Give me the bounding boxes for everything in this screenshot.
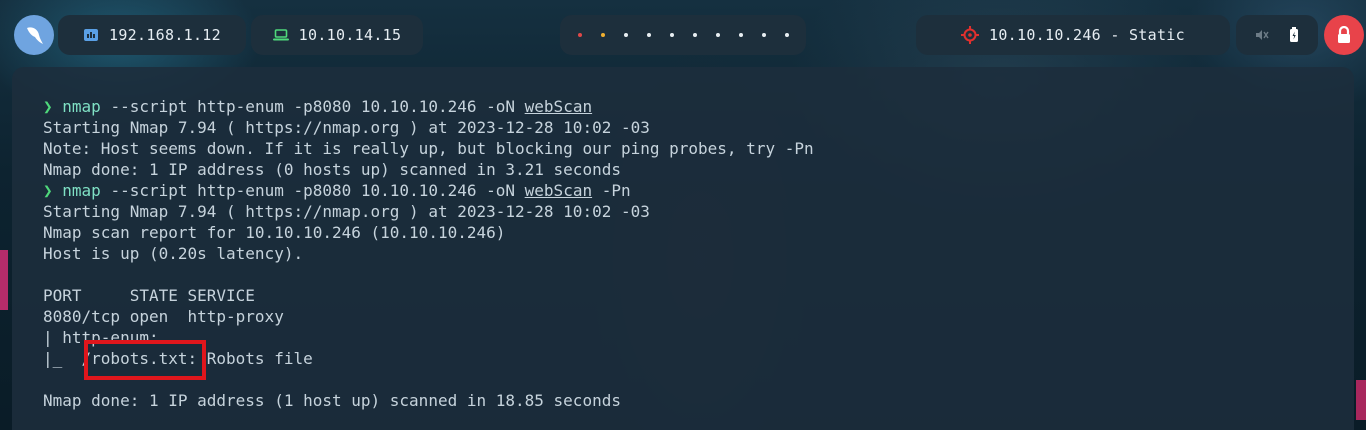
workspace-dot[interactable] [623, 33, 628, 37]
workspace-dot[interactable] [715, 33, 720, 37]
system-tray [1236, 15, 1318, 55]
vpn-ip-label: 10.10.14.15 [298, 26, 402, 44]
muted-speaker-icon[interactable] [1255, 28, 1269, 42]
highlight-box [84, 340, 206, 380]
terminal-line: Nmap scan report for 10.10.10.246 (10.10… [43, 223, 506, 242]
terminal-line: Host is up (0.20s latency). [43, 244, 304, 263]
top-bar: 192.168.1.12 10.10.14.15 10.10.10.246 - … [0, 0, 1366, 70]
workspace-dot[interactable] [669, 33, 674, 37]
workspace-dot[interactable] [738, 33, 743, 37]
terminal-line: ❯ nmap --script http-enum -p8080 10.10.1… [43, 180, 814, 201]
workspace-dot[interactable] [600, 33, 605, 37]
output-file: webScan [524, 97, 593, 116]
prompt-symbol: ❯ [43, 97, 53, 116]
wallpaper-neon-light [0, 250, 8, 310]
terminal-line: Starting Nmap 7.94 ( https://nmap.org ) … [43, 118, 650, 137]
crosshair-icon [961, 26, 980, 44]
terminal-line: PORT STATE SERVICE [43, 286, 255, 305]
terminal-line: Nmap done: 1 IP address (0 hosts up) sca… [43, 160, 621, 179]
command-name: nmap [62, 97, 101, 116]
workspace-dot[interactable] [761, 33, 766, 37]
battery-icon[interactable] [1289, 27, 1299, 43]
laptop-icon [272, 29, 289, 41]
target-ip-widget[interactable]: 10.10.10.246 - Static [916, 15, 1230, 55]
local-ip-widget[interactable]: 192.168.1.12 [58, 15, 246, 55]
terminal-line: Note: Host seems down. If it is really u… [43, 139, 814, 158]
workspace-dot[interactable] [577, 33, 582, 37]
terminal-line: Nmap done: 1 IP address (1 host up) scan… [43, 391, 621, 410]
terminal-line: Starting Nmap 7.94 ( https://nmap.org ) … [43, 202, 650, 221]
workspace-dot[interactable] [784, 33, 789, 37]
target-ip-label: 10.10.10.246 - Static [989, 26, 1185, 44]
prompt-symbol: ❯ [43, 181, 53, 200]
command-args: --script http-enum -p8080 10.10.10.246 -… [100, 181, 525, 200]
command-name: nmap [62, 181, 101, 200]
workspace-dot[interactable] [646, 33, 651, 37]
output-file: webScan [524, 181, 593, 200]
lock-icon[interactable] [1324, 15, 1364, 55]
command-flag: -Pn [592, 181, 631, 200]
vpn-ip-widget[interactable]: 10.10.14.15 [251, 15, 423, 55]
network-icon [83, 28, 99, 42]
command-args: --script http-enum -p8080 10.10.10.246 -… [100, 97, 525, 116]
terminal-line: 8080/tcp open http-proxy [43, 307, 284, 326]
parrot-icon[interactable] [14, 15, 54, 55]
wallpaper-neon-light [1356, 380, 1366, 420]
terminal-line: ❯ nmap --script http-enum -p8080 10.10.1… [43, 96, 814, 117]
workspace-dot[interactable] [692, 33, 697, 37]
local-ip-label: 192.168.1.12 [109, 26, 221, 44]
workspace-indicator[interactable] [560, 15, 806, 55]
